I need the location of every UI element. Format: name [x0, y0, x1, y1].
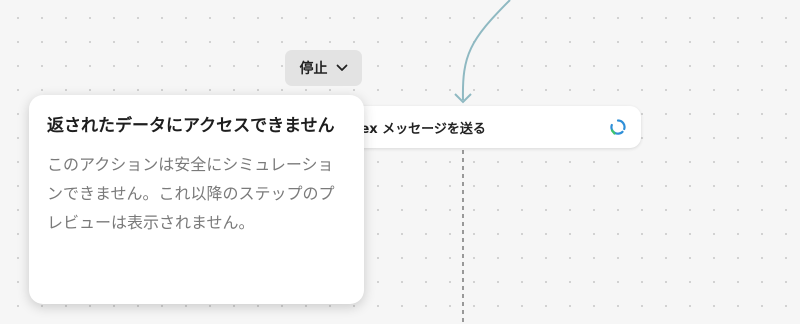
- step-card-label: lex メッセージを送る: [356, 121, 486, 137]
- stop-button[interactable]: 停止: [285, 50, 362, 86]
- simulation-warning-tooltip: 返されたデータにアクセスできません このアクションは安全にシミュレーションできま…: [29, 95, 364, 304]
- refresh-cycle-icon: [609, 118, 627, 136]
- tooltip-body: このアクションは安全にシミュレーションできません。これ以降のステップのプレビュー…: [47, 155, 335, 232]
- connector-curve: [461, 0, 511, 101]
- step-card-send-message[interactable]: lex メッセージを送る: [330, 106, 641, 148]
- tooltip-title: 返されたデータにアクセスできません: [47, 116, 335, 136]
- chevron-down-icon: [336, 64, 347, 71]
- stop-button-label: 停止: [299, 61, 328, 77]
